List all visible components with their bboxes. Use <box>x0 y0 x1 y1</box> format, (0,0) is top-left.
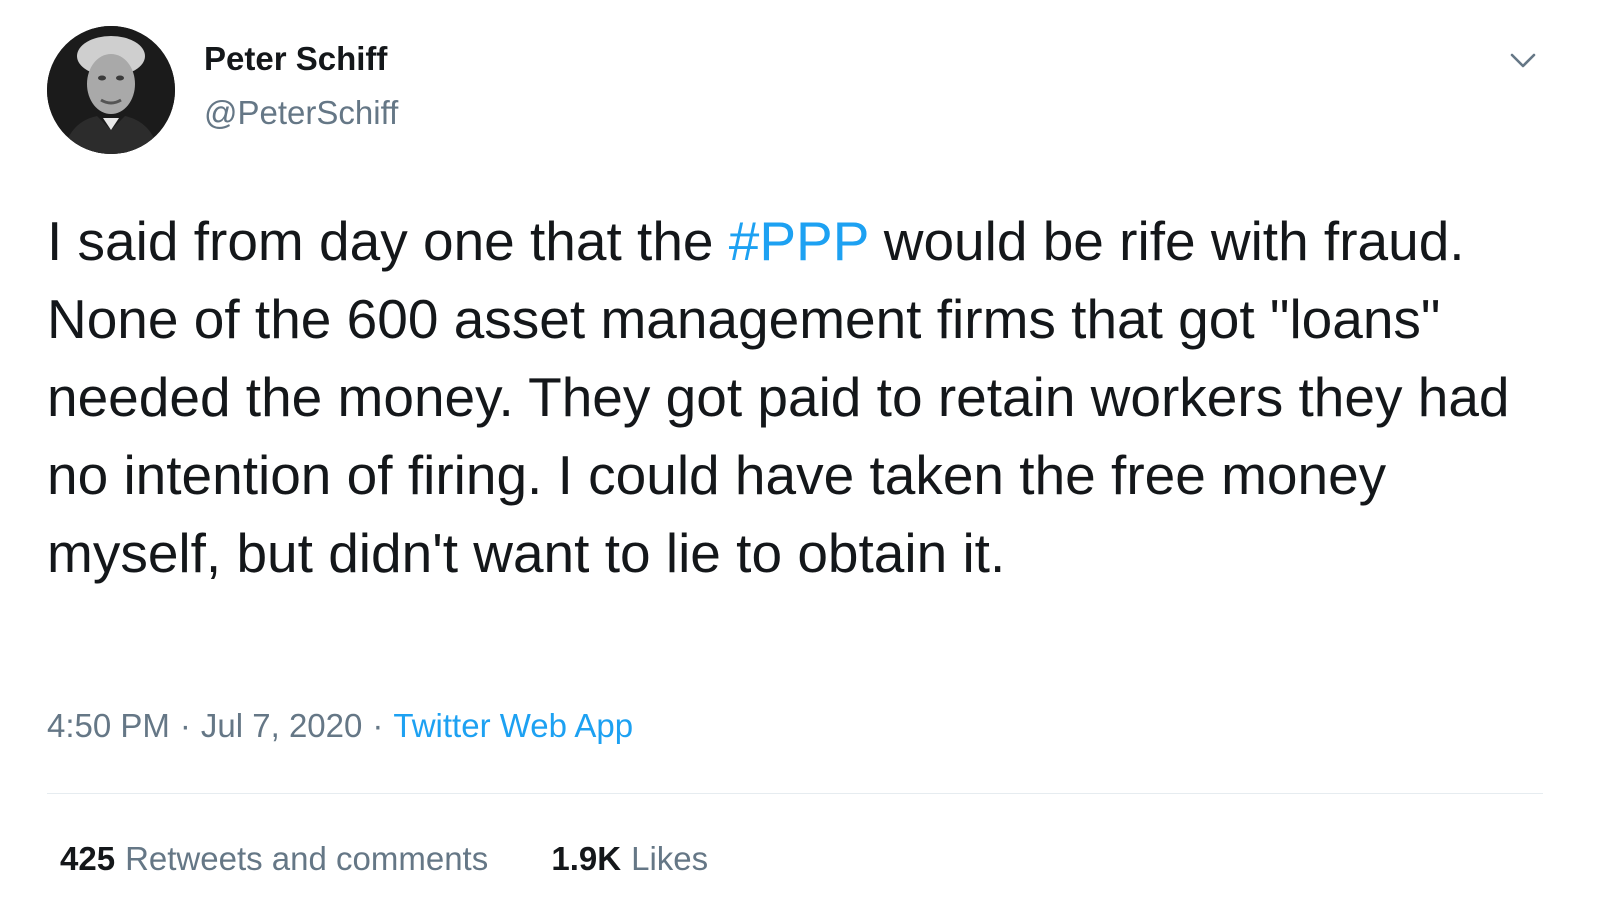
tweet-date[interactable]: Jul 7, 2020 <box>201 707 362 744</box>
tweet-text-before: I said from day one that the <box>47 210 729 272</box>
likes-label: Likes <box>631 840 709 877</box>
chevron-down-icon[interactable] <box>1505 42 1541 78</box>
tweet-time[interactable]: 4:50 PM <box>47 707 170 744</box>
avatar[interactable] <box>47 26 175 154</box>
retweets-label: Retweets and comments <box>125 840 489 877</box>
tweet-source-link[interactable]: Twitter Web App <box>393 707 633 744</box>
display-name[interactable]: Peter Schiff <box>204 40 387 78</box>
hashtag-link[interactable]: #PPP <box>729 210 869 272</box>
likes-stat[interactable]: 1.9K Likes <box>551 840 708 878</box>
meta-separator: · <box>179 707 191 744</box>
user-handle[interactable]: @PeterSchiff <box>204 94 398 132</box>
retweets-stat[interactable]: 425 Retweets and comments <box>60 840 488 878</box>
tweet-text: I said from day one that the #PPP would … <box>47 202 1557 592</box>
tweet-stats: 425 Retweets and comments 1.9K Likes <box>60 840 708 878</box>
likes-count: 1.9K <box>551 840 622 877</box>
profile-photo-icon <box>47 26 175 154</box>
tweet-meta: 4:50 PM · Jul 7, 2020 · Twitter Web App <box>47 707 633 745</box>
retweets-count: 425 <box>60 840 116 877</box>
meta-separator: · <box>372 707 384 744</box>
divider <box>47 793 1543 794</box>
tweet-card: Peter Schiff @PeterSchiff I said from da… <box>0 0 1600 900</box>
